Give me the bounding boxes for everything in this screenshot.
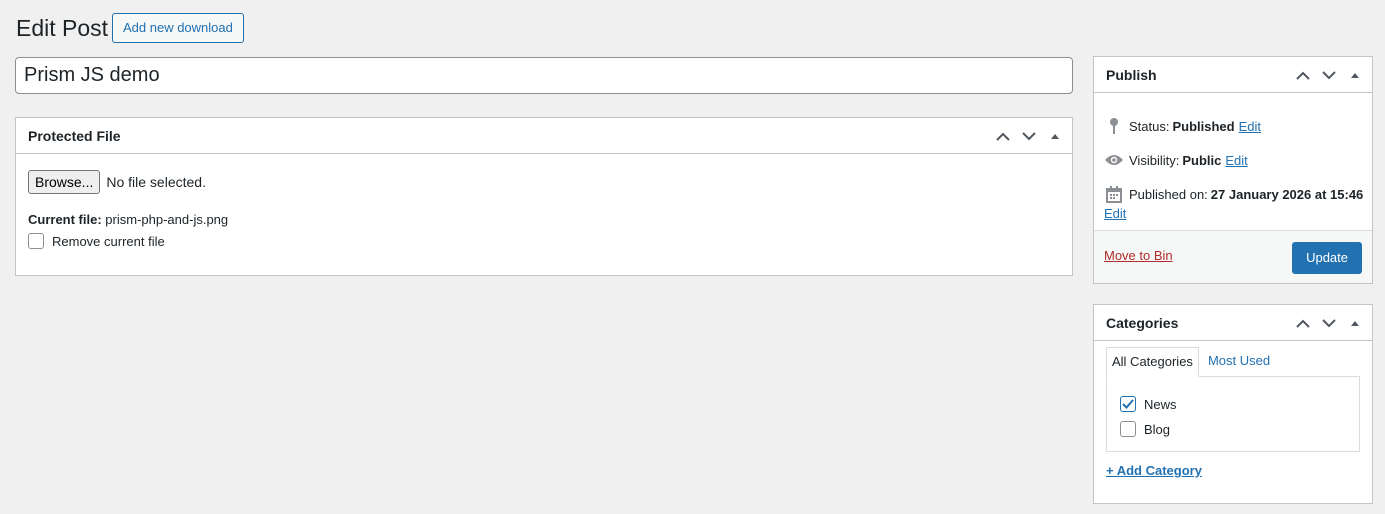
category-label: News [1144,396,1177,412]
add-category-link[interactable]: + Add Category [1106,463,1202,478]
chevron-down-icon [1022,131,1036,140]
tab-all-categories[interactable]: All Categories [1106,347,1199,377]
post-title-input[interactable] [15,57,1073,94]
edit-visibility-link[interactable]: Edit [1225,153,1247,168]
current-file-label: Current file: [28,212,102,227]
category-label: Blog [1144,421,1171,437]
calendar-icon [1104,184,1124,204]
publish-box: Publish Status: Published Edit Visibilit… [1093,56,1373,284]
browse-button[interactable]: Browse... [28,170,101,194]
move-up-button[interactable] [1290,57,1316,93]
chevron-up-icon [1296,319,1310,328]
toggle-panel-button[interactable] [1342,305,1368,341]
toggle-arrow-icon [1351,73,1359,78]
toggle-arrow-icon [1051,134,1059,139]
chevron-down-icon [1322,318,1336,327]
tab-most-used[interactable]: Most Used [1203,347,1275,377]
category-checklist: News Blog [1106,376,1360,452]
chevron-down-icon [1322,70,1336,79]
published-on-value: 27 January 2026 at 15:46 [1210,186,1364,202]
publish-handle-actions [1290,57,1368,93]
published-on-row: Published on: 27 January 2026 at 15:46 [1104,184,1363,204]
update-button[interactable]: Update [1292,242,1362,274]
file-upload-row: Browse... No file selected. [28,170,206,194]
edit-status-link[interactable]: Edit [1239,119,1261,134]
publish-major-actions: Move to Bin Update [1094,230,1372,283]
categories-box: Categories All Categories Most Used News… [1093,304,1373,504]
current-file-value: prism-php-and-js.png [105,212,229,227]
categories-handle-actions [1290,305,1368,341]
protected-file-box: Protected File Browse... No file selecte… [15,117,1073,276]
move-up-button[interactable] [1290,305,1316,341]
toggle-arrow-icon [1351,321,1359,326]
categories-header: Categories [1094,305,1372,341]
list-item: News [1120,396,1177,412]
published-on-label: Published on: [1129,186,1208,202]
categories-title: Categories [1106,315,1179,331]
visibility-label: Visibility: [1129,152,1180,168]
status-value: Published [1172,118,1235,134]
status-row: Status: Published Edit [1104,116,1261,136]
eye-icon [1104,150,1124,170]
toggle-panel-button[interactable] [1342,57,1368,93]
remove-file-row: Remove current file [28,233,165,249]
category-checkbox-blog[interactable] [1120,421,1136,437]
protected-file-title: Protected File [28,128,121,144]
remove-file-checkbox[interactable] [28,233,44,249]
add-new-download-button[interactable]: Add new download [112,13,244,43]
pin-icon [1104,116,1124,136]
category-tabs: All Categories Most Used [1106,347,1275,377]
chevron-up-icon [1296,71,1310,80]
status-label: Status: [1129,118,1170,134]
current-file: Current file: prism-php-and-js.png [28,212,228,227]
visibility-row: Visibility: Public Edit [1104,150,1248,170]
publish-header: Publish [1094,57,1372,93]
publish-title: Publish [1106,67,1157,83]
page-title: Edit Post [16,15,109,41]
edit-published-on-link[interactable]: Edit [1104,206,1126,221]
chevron-up-icon [996,132,1010,141]
move-down-button[interactable] [1316,305,1342,341]
list-item: Blog [1120,421,1170,437]
move-up-button[interactable] [990,118,1016,154]
visibility-value: Public [1182,152,1222,168]
remove-file-label: Remove current file [52,233,165,249]
toggle-panel-button[interactable] [1042,118,1068,154]
no-file-text: No file selected. [106,174,206,190]
move-down-button[interactable] [1016,118,1042,154]
move-to-bin-link[interactable]: Move to Bin [1104,248,1173,263]
checkmark-icon [1122,399,1134,409]
category-checkbox-news[interactable] [1120,396,1136,412]
protected-file-header: Protected File [16,118,1072,154]
move-down-button[interactable] [1316,57,1342,93]
protected-file-handle-actions [990,118,1068,154]
